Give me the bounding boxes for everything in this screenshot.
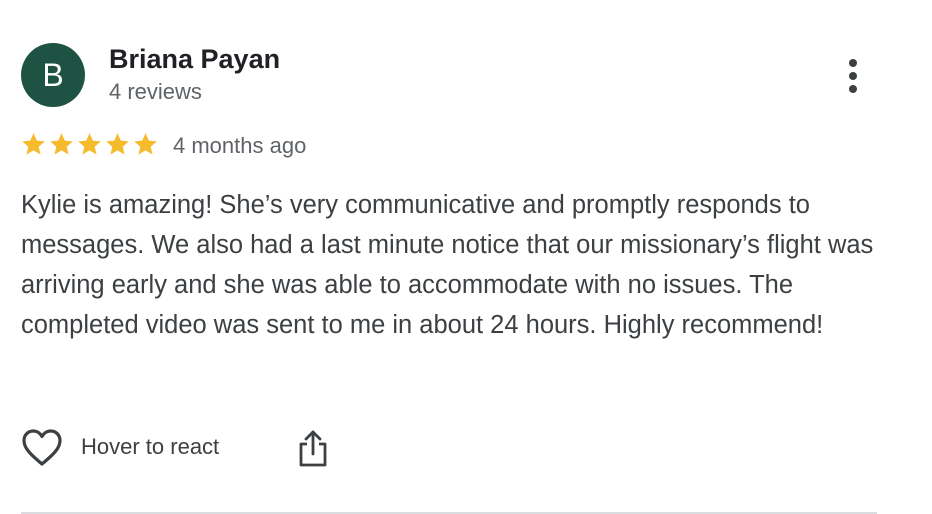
star-rating bbox=[20, 131, 159, 158]
review-text: Kylie is amazing! She’s very communicati… bbox=[21, 191, 874, 339]
heart-icon[interactable] bbox=[21, 428, 63, 468]
review-time: 4 months ago bbox=[173, 133, 307, 158]
more-options-icon[interactable] bbox=[836, 56, 870, 96]
avatar[interactable]: B bbox=[21, 43, 85, 107]
more-options-dot bbox=[849, 72, 857, 80]
reviewer-name[interactable]: Briana Payan bbox=[109, 44, 280, 75]
star-icon bbox=[132, 131, 159, 158]
star-icon bbox=[76, 131, 103, 158]
react-label[interactable]: Hover to react bbox=[81, 434, 219, 460]
more-options-dot bbox=[849, 85, 857, 93]
reviewer-review-count: 4 reviews bbox=[109, 79, 202, 104]
share-icon[interactable] bbox=[296, 428, 330, 470]
star-icon bbox=[48, 131, 75, 158]
more-options-dot bbox=[849, 59, 857, 67]
review-card: B Briana Payan 4 reviews 4 months ago Ky… bbox=[0, 0, 932, 514]
star-icon bbox=[20, 131, 47, 158]
star-icon bbox=[104, 131, 131, 158]
